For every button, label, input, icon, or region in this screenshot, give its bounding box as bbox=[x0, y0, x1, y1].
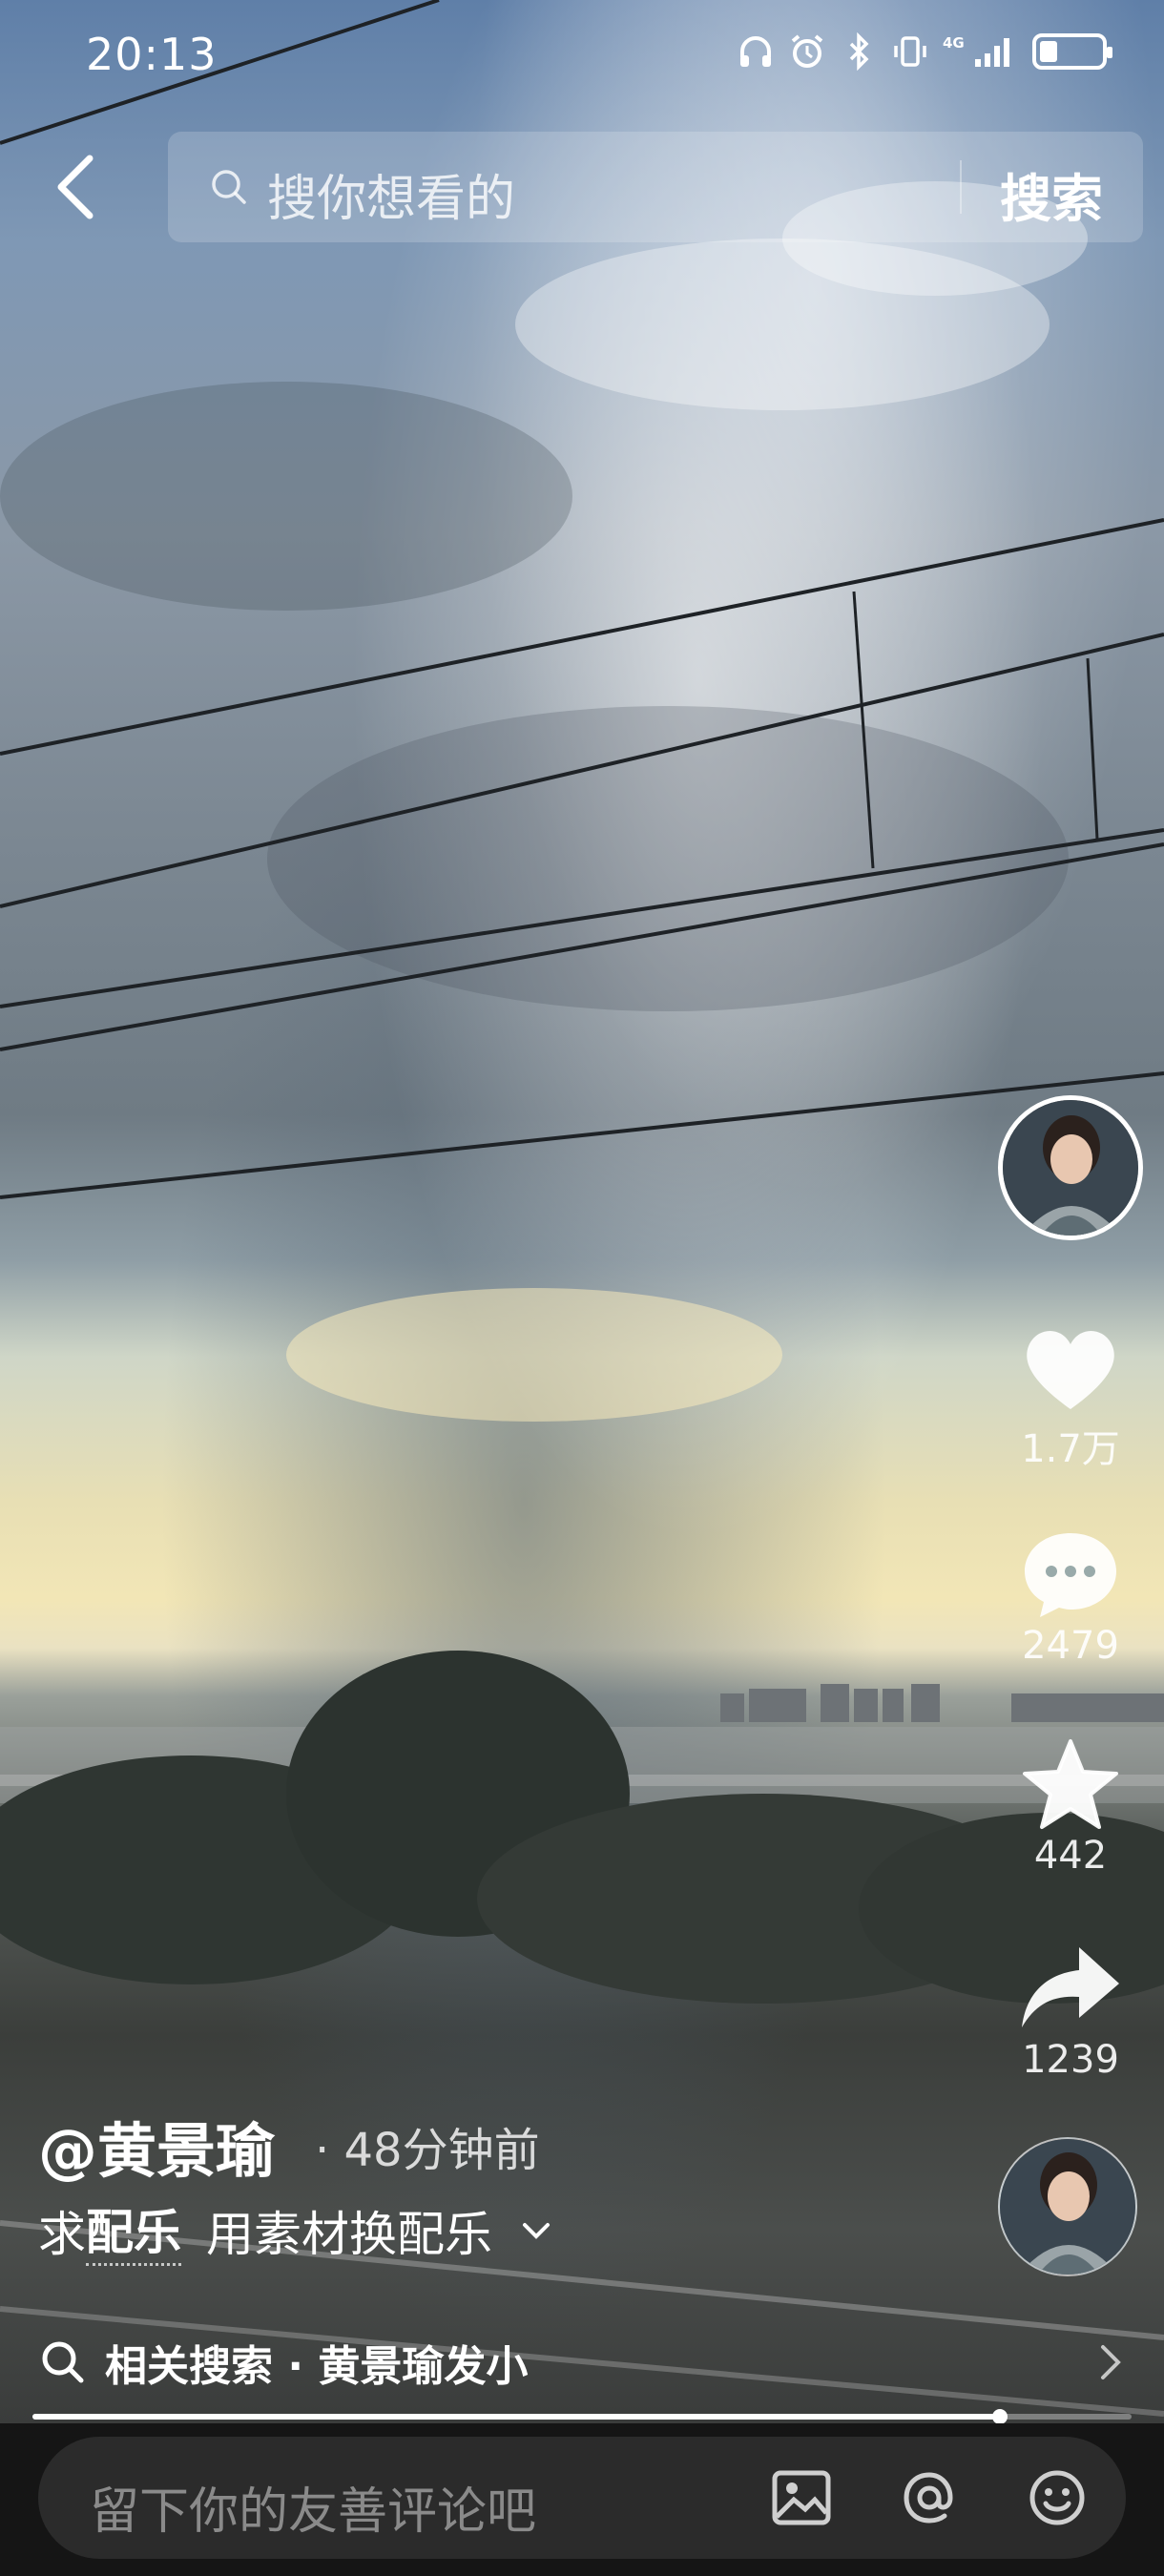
comment-input[interactable]: 留下你的友善评论吧 bbox=[38, 2437, 1126, 2559]
bluetooth-icon bbox=[840, 32, 878, 71]
emoji-icon[interactable] bbox=[1025, 2465, 1090, 2530]
chevron-right-icon bbox=[1101, 2345, 1121, 2379]
vibrate-icon bbox=[891, 32, 929, 71]
status-time: 20:13 bbox=[86, 29, 218, 80]
search-button[interactable]: 搜索 bbox=[1000, 156, 1103, 232]
alarm-icon bbox=[788, 32, 826, 71]
4g-signal-icon: 4G bbox=[943, 32, 1019, 71]
comment-bar: 留下你的友善评论吧 bbox=[0, 2423, 1164, 2576]
caption-text: 用素材换配乐 bbox=[206, 2206, 492, 2262]
back-button[interactable] bbox=[48, 153, 105, 221]
music-disc-avatar[interactable] bbox=[998, 2137, 1137, 2276]
related-search-text: 相关搜索 · 黄景瑜发小 bbox=[105, 2342, 529, 2391]
chevron-left-icon bbox=[57, 155, 94, 219]
svg-text:4G: 4G bbox=[943, 34, 965, 52]
like-count: 1.7万 bbox=[1021, 1427, 1120, 1471]
share-button[interactable]: 1239 bbox=[1011, 1937, 1130, 2082]
headphones-icon bbox=[737, 32, 775, 71]
avatar-image bbox=[1003, 1100, 1138, 1236]
caption-prefix: 求 bbox=[38, 2206, 86, 2262]
favorite-button[interactable]: 442 bbox=[1011, 1733, 1130, 1878]
share-arrow-icon bbox=[1011, 1937, 1130, 2042]
search-icon bbox=[42, 2341, 84, 2383]
favorite-count: 442 bbox=[1033, 1834, 1108, 1878]
progress-fill bbox=[32, 2414, 1000, 2420]
search-input[interactable]: 搜你想看的 bbox=[267, 158, 515, 230]
comment-count: 2479 bbox=[1022, 1624, 1119, 1668]
star-icon bbox=[1011, 1733, 1130, 1838]
search-icon bbox=[212, 170, 246, 204]
progress-handle[interactable] bbox=[991, 2409, 1008, 2424]
chevron-down-icon[interactable] bbox=[519, 2213, 553, 2248]
video-frame[interactable] bbox=[0, 0, 1164, 2423]
status-bar: 20:13 4G bbox=[0, 0, 1164, 114]
battery-icon bbox=[1032, 33, 1112, 70]
comment-button[interactable]: 2479 bbox=[1011, 1523, 1130, 1668]
search-bar[interactable]: 搜你想看的 搜索 bbox=[168, 132, 1143, 242]
share-count: 1239 bbox=[1022, 2038, 1119, 2082]
search-divider bbox=[960, 160, 962, 214]
status-icons: 4G bbox=[737, 32, 1112, 71]
comment-icon bbox=[1011, 1523, 1130, 1628]
caption-music-tag[interactable]: 配乐 bbox=[86, 2194, 181, 2266]
author-name[interactable]: @黄景瑜 bbox=[38, 2103, 275, 2189]
at-mention-icon[interactable] bbox=[897, 2465, 962, 2530]
related-search[interactable]: 相关搜索 · 黄景瑜发小 bbox=[38, 2328, 1126, 2397]
comment-placeholder: 留下你的友善评论吧 bbox=[90, 2483, 537, 2541]
music-disc-image bbox=[1000, 2139, 1135, 2275]
creator-avatar[interactable] bbox=[998, 1095, 1143, 1240]
caption[interactable]: 求 配乐 用素材换配乐 bbox=[38, 2194, 553, 2266]
post-time: · 48分钟前 bbox=[315, 2124, 540, 2177]
video-progress-bar[interactable] bbox=[32, 2409, 1132, 2424]
heart-icon bbox=[1011, 1317, 1130, 1422]
like-button[interactable]: 1.7万 bbox=[1011, 1317, 1130, 1473]
video-scene bbox=[0, 0, 1164, 2417]
image-icon[interactable] bbox=[769, 2465, 834, 2530]
